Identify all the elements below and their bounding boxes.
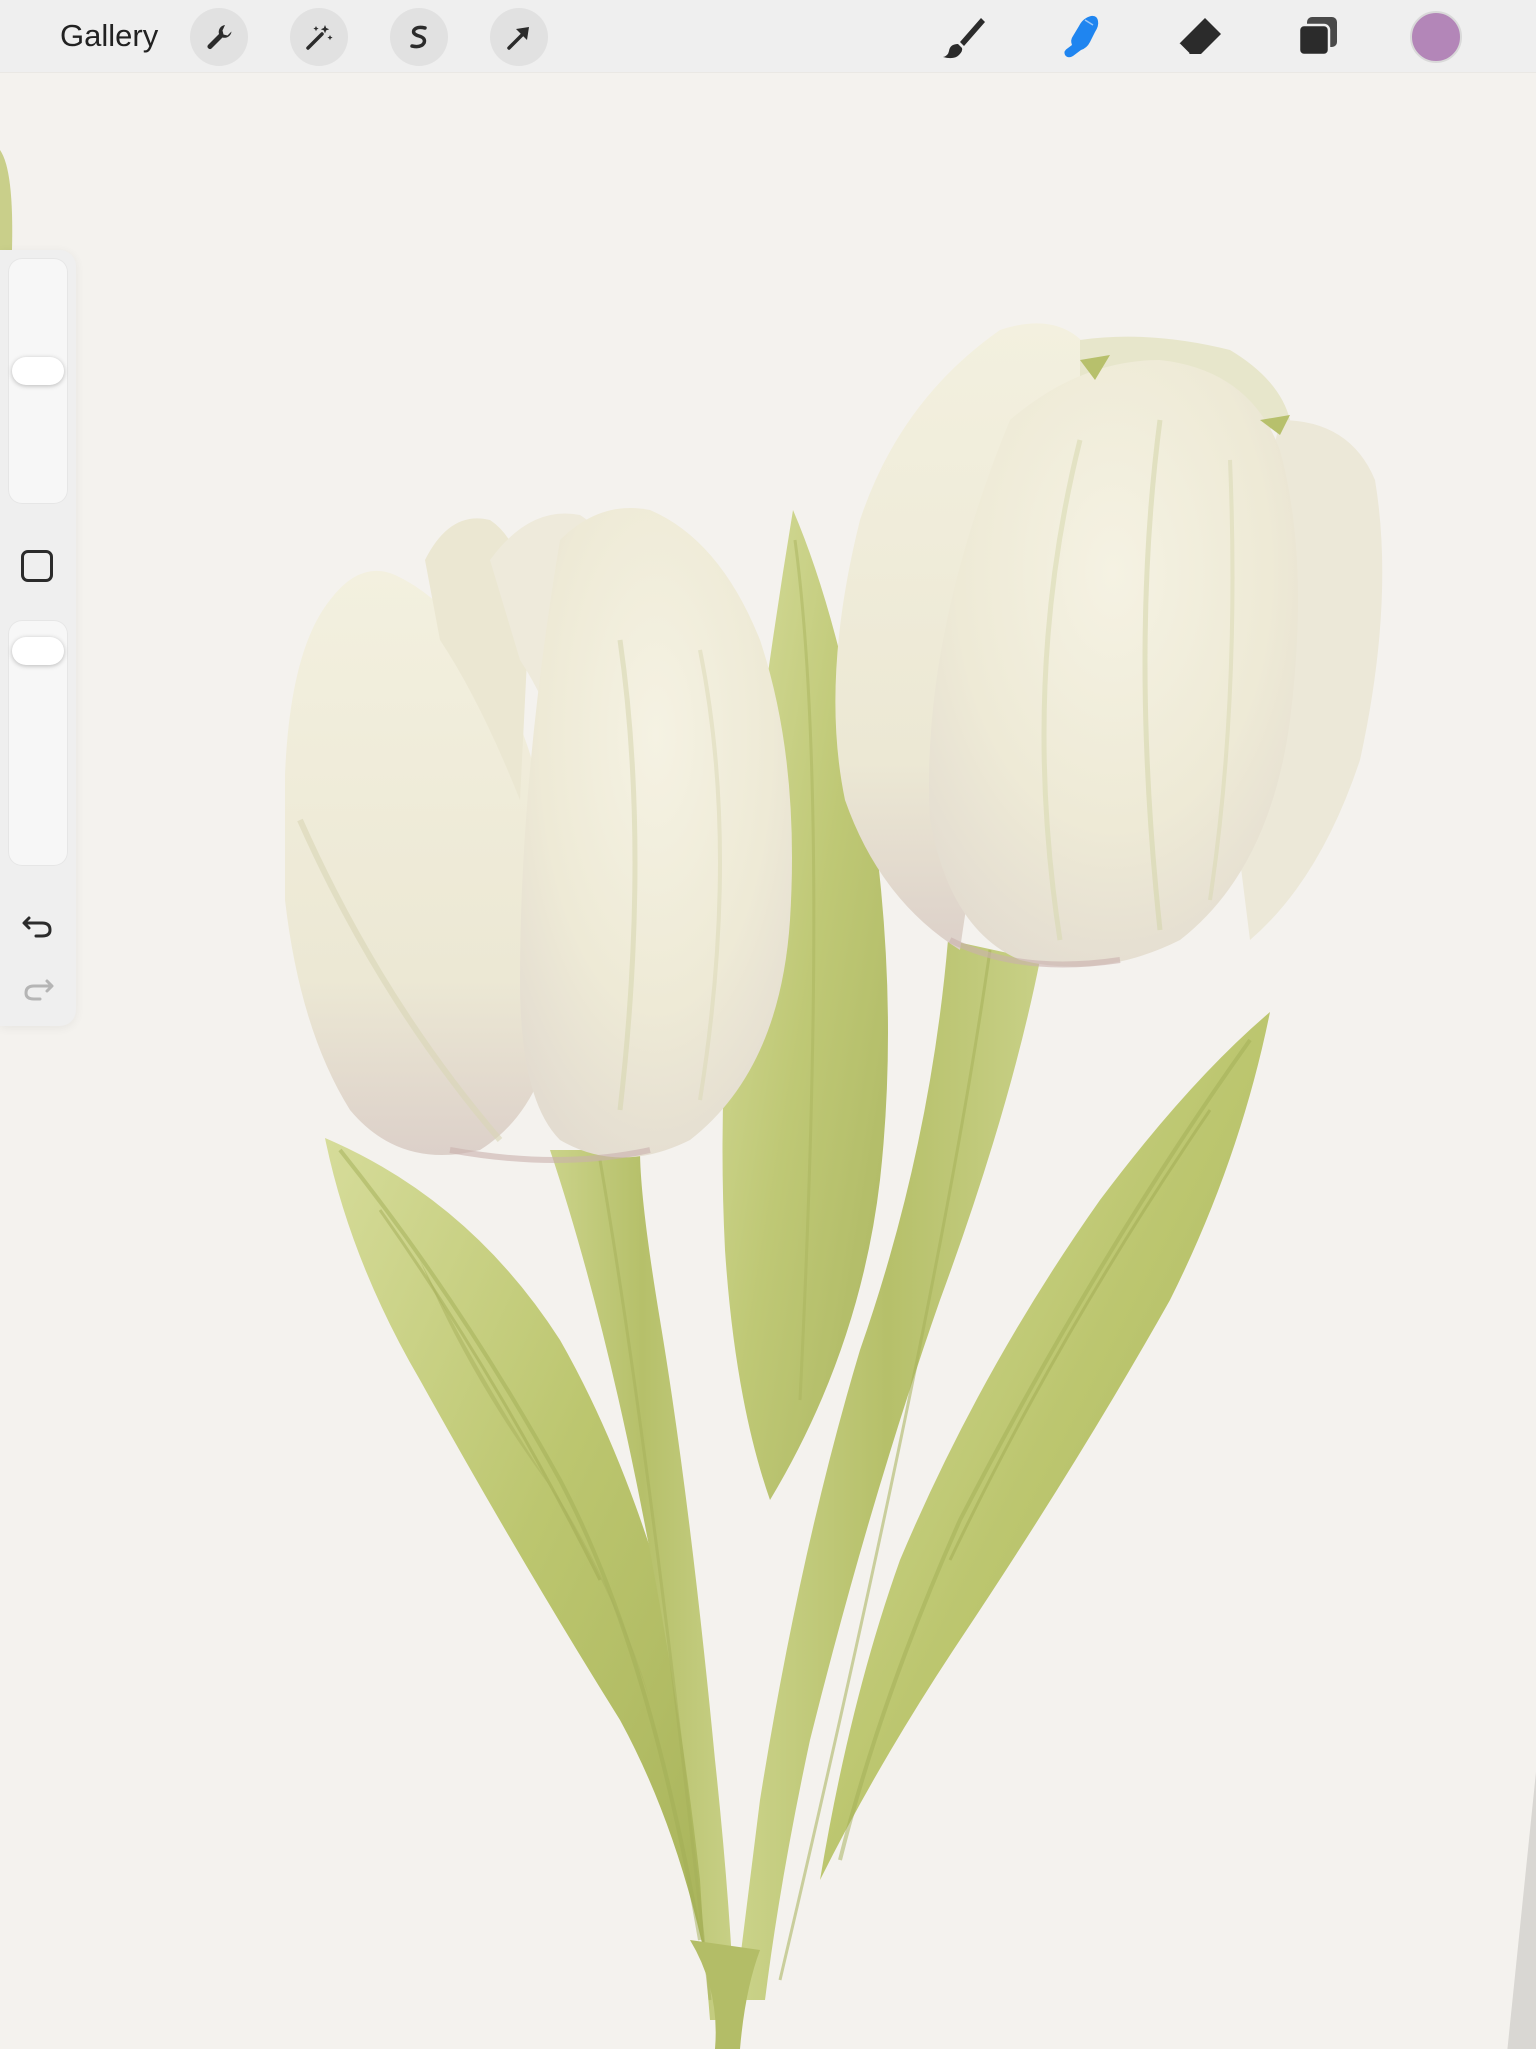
- brush-icon: [943, 18, 985, 59]
- selection-button[interactable]: [390, 8, 448, 66]
- brush-size-handle[interactable]: [12, 356, 64, 385]
- magic-wand-icon: [306, 25, 333, 50]
- arrow-cursor-icon: [507, 27, 529, 50]
- undo-button[interactable]: [18, 905, 58, 945]
- wrench-icon: [207, 25, 232, 49]
- drawing-canvas[interactable]: [0, 72, 1536, 2049]
- color-picker-button[interactable]: [1410, 11, 1462, 63]
- left-tulip: [285, 508, 792, 1163]
- smudge-tool-button[interactable]: [1054, 9, 1110, 65]
- eraser-icon: [1178, 18, 1221, 55]
- undo-arrow-icon: [22, 916, 52, 938]
- brush-tool-button[interactable]: [936, 9, 992, 65]
- adjustments-button[interactable]: [290, 8, 348, 66]
- gallery-button[interactable]: Gallery: [56, 16, 162, 56]
- redo-button[interactable]: [18, 968, 58, 1008]
- selection-s-icon: [410, 25, 427, 49]
- layers-icon: [1297, 17, 1337, 57]
- opacity-handle[interactable]: [12, 636, 64, 665]
- modify-button[interactable]: [21, 550, 53, 582]
- transform-button[interactable]: [490, 8, 548, 66]
- right-tulip: [835, 323, 1383, 968]
- brush-size-slider[interactable]: [8, 258, 68, 504]
- top-toolbar: Gallery: [0, 0, 1536, 72]
- opacity-slider[interactable]: [8, 620, 68, 866]
- layers-button[interactable]: [1290, 9, 1346, 65]
- redo-arrow-icon: [24, 979, 54, 1001]
- left-sidebar: [0, 250, 76, 1026]
- actions-button[interactable]: [190, 8, 248, 66]
- smudge-finger-icon: [1064, 15, 1099, 58]
- tulip-artwork: [0, 150, 1383, 2049]
- eraser-tool-button[interactable]: [1172, 9, 1228, 65]
